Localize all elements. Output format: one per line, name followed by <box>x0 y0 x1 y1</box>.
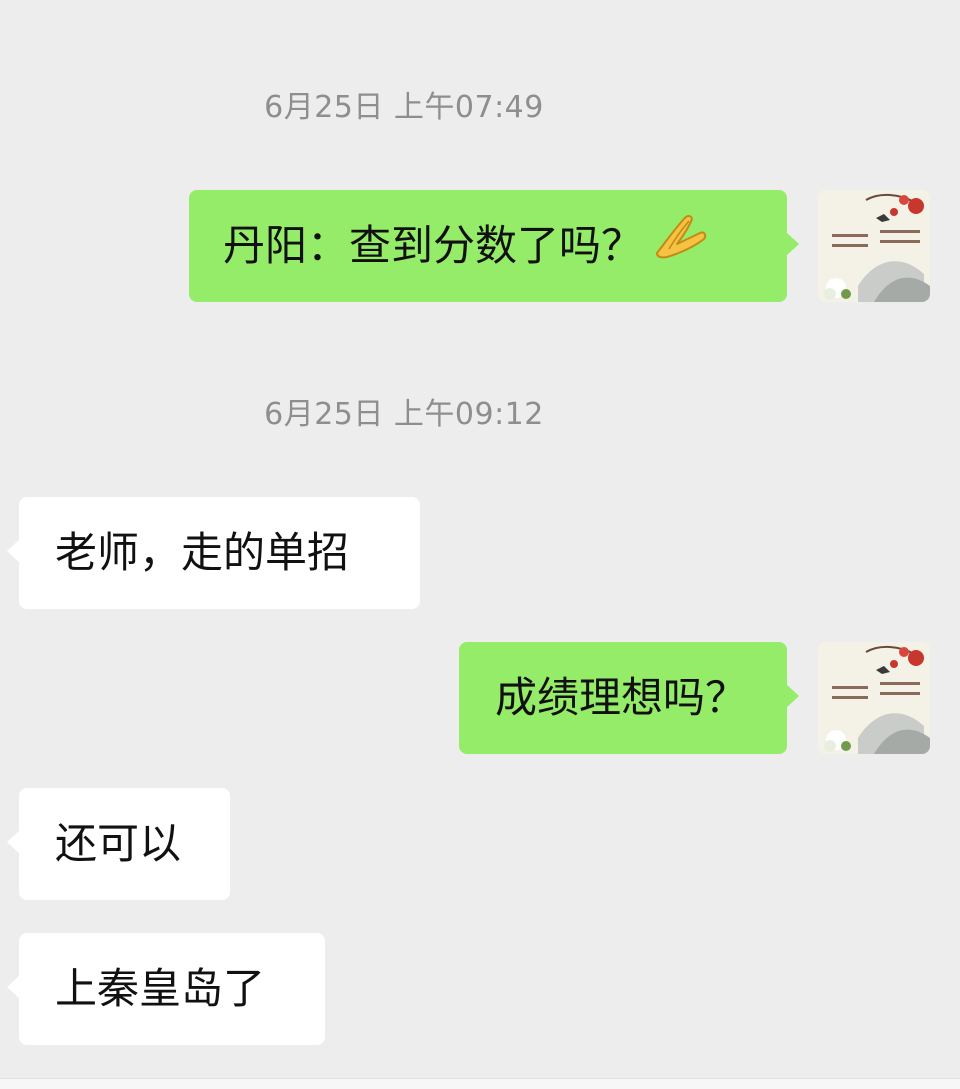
message-text: 丹阳：查到分数了吗？ <box>223 221 644 270</box>
folded-hands-icon <box>651 189 709 301</box>
chat-bubble-sent[interactable]: 丹阳：查到分数了吗？ <box>189 189 799 302</box>
chat-bubble-received[interactable]: 上秦皇岛了 <box>7 933 325 1045</box>
message-text: 成绩理想吗？ <box>495 673 748 722</box>
chat-bubble-sent[interactable]: 成绩理想吗？ <box>459 642 799 754</box>
user-avatar[interactable] <box>818 642 930 754</box>
message-timestamp: 6月25日 上午09:12 <box>264 397 544 432</box>
message-text: 还可以 <box>55 819 182 868</box>
user-avatar[interactable] <box>818 190 930 302</box>
message-timestamp: 6月25日 上午07:49 <box>264 90 544 125</box>
chat-bubble-received[interactable]: 还可以 <box>7 788 230 900</box>
input-bar-edge <box>0 1078 960 1089</box>
chat-bubble-received[interactable]: 老师，走的单招 <box>7 497 420 609</box>
message-text: 老师，走的单招 <box>55 528 350 577</box>
message-text: 上秦皇岛了 <box>55 964 266 1013</box>
